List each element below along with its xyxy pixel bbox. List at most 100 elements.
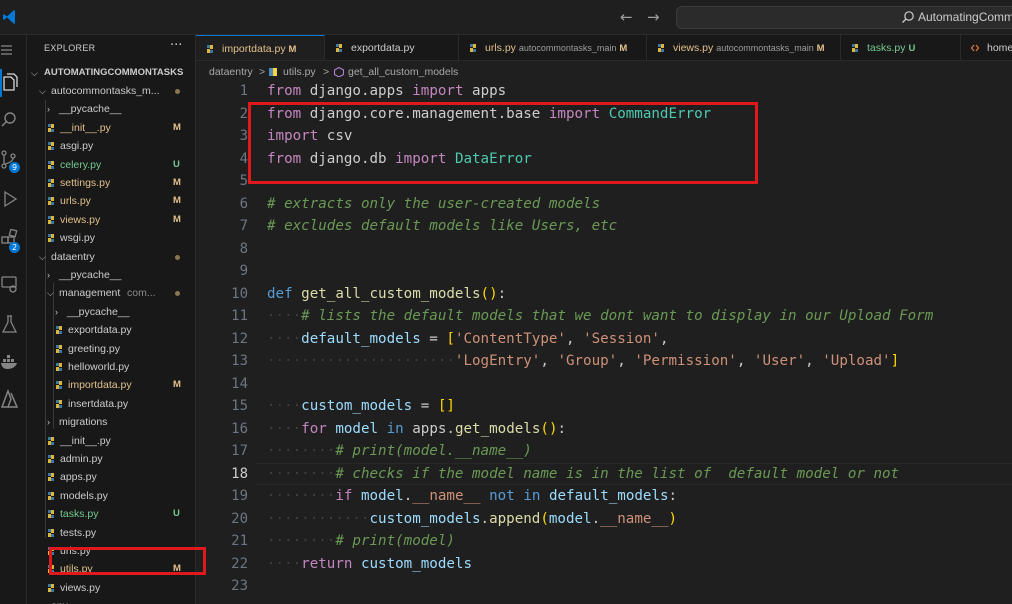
testing-icon[interactable] bbox=[0, 310, 27, 340]
chevron-right-icon: › bbox=[55, 306, 58, 317]
code-line-21: ········# print(model) bbox=[267, 533, 455, 549]
tab-suffix: autocommontasks_main bbox=[518, 43, 617, 53]
workspace-root-label: AUTOMATINGCOMMONTASKS bbox=[44, 67, 184, 78]
editor-tabs: importdata.py Mexportdata.py urls.py auto… bbox=[196, 35, 1012, 61]
menu-icon[interactable] bbox=[0, 35, 27, 65]
code-line-20: ············custom_models.append(model._… bbox=[267, 510, 678, 527]
file-item[interactable]: helloworld.py bbox=[27, 358, 195, 376]
folder-item[interactable]: › migrations bbox=[27, 413, 195, 431]
tab-label: urls.py bbox=[485, 42, 516, 54]
file-item[interactable]: asgi.py bbox=[27, 137, 195, 155]
code-line-11: ····# lists the default models that we d… bbox=[267, 308, 934, 324]
azure-icon[interactable] bbox=[0, 385, 27, 415]
run-debug-icon[interactable] bbox=[0, 185, 27, 215]
tab-tasks[interactable]: tasks.py U bbox=[841, 35, 961, 60]
tab-home[interactable]: home bbox=[961, 35, 1012, 60]
code-line-16: ····for model in apps.get_models(): bbox=[267, 420, 567, 437]
git-status-badge: U bbox=[173, 508, 180, 520]
tree-item-label: tasks.py bbox=[60, 508, 99, 521]
tree-item-label: __pycache__ bbox=[67, 305, 130, 318]
search-icon[interactable] bbox=[0, 105, 27, 135]
line-number: 16 bbox=[231, 420, 248, 437]
code-line-6: # extracts only the user-created models bbox=[267, 195, 601, 212]
extensions-icon[interactable]: 2 bbox=[0, 225, 27, 255]
tree-item-label: wsgi.py bbox=[60, 232, 96, 245]
tab-status: M bbox=[619, 43, 628, 54]
extensions-badge: 2 bbox=[9, 242, 20, 253]
file-item[interactable]: admin.py bbox=[27, 450, 195, 468]
file-item[interactable]: settings.py M bbox=[27, 174, 195, 192]
remote-explorer-icon[interactable] bbox=[0, 270, 27, 300]
code-line-18: ········# checks if the model name is in… bbox=[267, 465, 900, 482]
tab-suffix: autocommontasks_main bbox=[716, 43, 814, 53]
file-item[interactable]: insertdata.py bbox=[27, 395, 195, 413]
tree-item-label: insertdata.py bbox=[68, 397, 129, 410]
breadcrumb-folder[interactable]: dataentry bbox=[209, 62, 253, 82]
breadcrumb-file[interactable]: utils.py bbox=[283, 62, 316, 82]
code-line-12: ····default_models = ['ContentType', 'Se… bbox=[267, 330, 669, 347]
git-status-badge: M bbox=[173, 379, 181, 391]
line-number: 10 bbox=[231, 285, 248, 302]
folder-item[interactable]: ⌵ autocommontasks_m... bbox=[27, 82, 195, 100]
file-item[interactable]: tests.py bbox=[27, 524, 195, 542]
search-text: AutomatingComm bbox=[918, 10, 1012, 24]
file-item[interactable]: wsgi.py bbox=[27, 229, 195, 247]
line-number: 4 bbox=[239, 150, 248, 167]
python-file-icon bbox=[48, 142, 54, 151]
folder-item[interactable]: › __pycache__ bbox=[27, 303, 195, 321]
file-item[interactable]: apps.py bbox=[27, 468, 195, 486]
workspace-root[interactable]: ⌵ AUTOMATINGCOMMONTASKS bbox=[27, 64, 195, 82]
python-file-icon bbox=[658, 44, 664, 52]
tab-exportdata[interactable]: exportdata.py bbox=[325, 35, 459, 60]
python-file-icon bbox=[56, 344, 62, 353]
tree-item-label: settings.py bbox=[60, 177, 111, 189]
tree-item-label: asgi.py bbox=[60, 140, 94, 153]
folder-item[interactable]: › __pycache__ bbox=[27, 100, 195, 118]
line-number: 19 bbox=[231, 488, 248, 504]
navigate-back-icon[interactable]: ← bbox=[620, 8, 633, 26]
line-number: 15 bbox=[231, 398, 248, 414]
explorer-icon[interactable] bbox=[0, 68, 27, 98]
file-item[interactable]: __init__.py bbox=[27, 432, 195, 450]
tab-importdata[interactable]: importdata.py M bbox=[196, 35, 325, 60]
tab-views[interactable]: views.py autocommontasks_main M bbox=[647, 35, 841, 60]
navigate-forward-icon[interactable]: → bbox=[647, 8, 660, 26]
breadcrumb-symbol[interactable]: get_all_custom_models bbox=[348, 62, 458, 82]
file-item[interactable]: tasks.py U bbox=[27, 505, 195, 523]
tree-item-label: exportdata.py bbox=[68, 324, 132, 337]
file-item[interactable]: importdata.py M bbox=[27, 376, 195, 394]
python-file-icon bbox=[207, 45, 213, 53]
file-item[interactable]: views.py bbox=[27, 579, 195, 597]
tree-item-label: models.py bbox=[60, 489, 108, 502]
explorer-panel: EXPLORER ··· ⌵ AUTOMATINGCOMMONTASKS ⌵ au… bbox=[27, 35, 196, 604]
tree-item-label: migrations bbox=[59, 416, 108, 429]
docker-icon[interactable] bbox=[0, 347, 27, 377]
python-file-icon bbox=[852, 44, 858, 52]
tab-urls[interactable]: urls.py autocommontasks_main M bbox=[459, 35, 647, 60]
file-item[interactable]: exportdata.py bbox=[27, 321, 195, 339]
folder-item[interactable]: ⌵ management com... bbox=[27, 284, 195, 302]
python-file-icon bbox=[48, 491, 54, 500]
source-control-icon[interactable]: 9 bbox=[0, 145, 27, 175]
line-number: 23 bbox=[231, 578, 248, 594]
command-center-search[interactable]: AutomatingComm bbox=[676, 6, 1012, 29]
file-item[interactable]: celery.py U bbox=[27, 156, 195, 174]
folder-item[interactable]: › __pycache__ bbox=[27, 266, 195, 284]
file-item[interactable]: greeting.py bbox=[27, 340, 195, 358]
python-file-icon bbox=[56, 326, 62, 335]
file-item[interactable]: urls.py M bbox=[27, 192, 195, 210]
tree-item-label: autocommontasks_m... bbox=[51, 85, 160, 97]
folder-item[interactable]: ⌵ dataentry bbox=[27, 248, 195, 266]
tab-label: views.py bbox=[673, 42, 714, 54]
file-item[interactable]: __init__.py M bbox=[27, 119, 195, 137]
file-item[interactable]: models.py bbox=[27, 487, 195, 505]
folder-item[interactable]: › env bbox=[27, 597, 195, 604]
annotation-highlight-utils bbox=[49, 547, 206, 575]
chevron-down-icon: ⌵ bbox=[39, 251, 46, 262]
file-item[interactable]: views.py M bbox=[27, 211, 195, 229]
python-file-icon bbox=[336, 44, 342, 52]
line-number: 6 bbox=[239, 195, 248, 212]
line-number: 20 bbox=[231, 510, 248, 527]
annotation-highlight-imports bbox=[248, 102, 758, 184]
more-actions-icon[interactable]: ··· bbox=[170, 38, 182, 53]
